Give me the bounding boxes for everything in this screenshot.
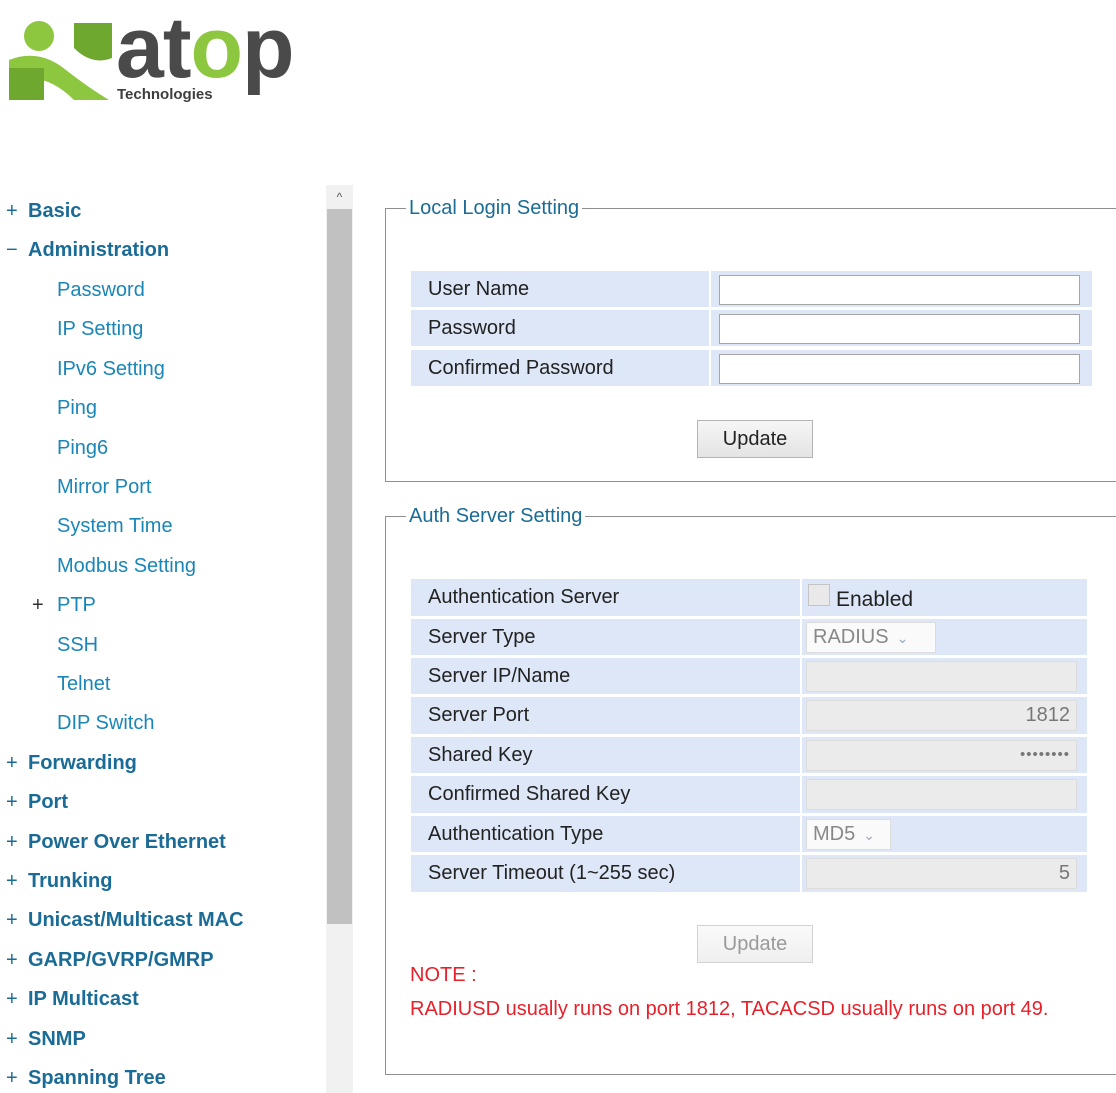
expand-icon[interactable]: + [6,1024,28,1054]
logo-wordmark: atop [116,0,295,96]
sidebar-item-ip-setting[interactable]: IP Setting [57,314,143,344]
expand-icon[interactable]: + [32,590,57,620]
auth-server-update-button[interactable]: Update [697,925,813,963]
shared-key-label: Shared Key [411,737,800,773]
expand-icon[interactable]: + [6,787,28,817]
sidebar-nav: + Basic − Administration Password IP Setti… [0,185,325,1093]
expand-icon[interactable]: + [6,945,28,975]
expand-icon[interactable]: + [6,1063,28,1093]
note-text: RADIUSD usually runs on port 1812, TACAC… [410,998,1049,1020]
sidebar-scrollbar[interactable]: ^ [326,185,353,1093]
expand-icon[interactable]: + [6,984,28,1014]
server-port-input[interactable]: 1812 [806,700,1077,731]
user-name-label: User Name [411,271,709,307]
server-ip-label: Server IP/Name [411,658,800,694]
server-type-label: Server Type [411,619,800,655]
confirmed-password-label: Confirmed Password [411,350,709,386]
sidebar-item-ping[interactable]: Ping [57,393,97,423]
logo-tagline: Technologies [117,86,213,103]
scroll-thumb[interactable] [327,209,352,924]
sidebar-item-mirror-port[interactable]: Mirror Port [57,472,151,502]
server-port-label: Server Port [411,697,800,734]
shared-key-input[interactable]: •••••••• [806,740,1077,771]
expand-icon[interactable]: + [6,748,28,778]
confirmed-shared-key-label: Confirmed Shared Key [411,776,800,813]
authentication-type-select[interactable]: MD5 ⌄ [806,819,891,850]
sidebar-item-ptp[interactable]: + PTP [32,590,96,620]
scroll-up-icon[interactable]: ^ [326,185,353,209]
sidebar-item-administration[interactable]: − Administration [6,235,169,265]
chevron-down-icon: ⌄ [896,630,909,646]
sidebar-item-power-over-ethernet[interactable]: + Power Over Ethernet [6,827,226,857]
expand-icon[interactable]: + [6,196,28,226]
sidebar-item-ip-multicast[interactable]: + IP Multicast [6,984,139,1014]
note-title: NOTE : [410,964,477,986]
sidebar-item-ssh[interactable]: SSH [57,630,98,660]
sidebar-item-ipv6-setting[interactable]: IPv6 Setting [57,354,165,384]
authentication-server-label: Authentication Server [411,579,800,616]
sidebar-item-port[interactable]: + Port [6,787,68,817]
sidebar-item-snmp[interactable]: + SNMP [6,1024,86,1054]
enabled-checkbox[interactable] [808,584,830,606]
expand-icon[interactable]: + [6,905,28,935]
server-timeout-label: Server Timeout (1~255 sec) [411,855,800,892]
password-label: Password [411,310,709,346]
local-login-legend: Local Login Setting [406,196,583,220]
confirmed-shared-key-input[interactable] [806,779,1077,810]
chevron-down-icon: ⌄ [863,827,875,843]
sidebar-item-system-time[interactable]: System Time [57,511,173,541]
atop-logo: atop Technologies [0,0,350,110]
sidebar-item-password[interactable]: Password [57,275,145,305]
sidebar-item-trunking[interactable]: + Trunking [6,866,112,896]
collapse-icon[interactable]: − [6,235,28,265]
sidebar-item-garp-gvrp-gmrp[interactable]: + GARP/GVRP/GMRP [6,945,214,975]
server-timeout-input[interactable]: 5 [806,858,1077,889]
password-input[interactable] [719,314,1080,344]
enabled-label: Enabled [836,588,914,611]
sidebar-item-forwarding[interactable]: + Forwarding [6,748,137,778]
sidebar-item-dip-switch[interactable]: DIP Switch [57,708,154,738]
expand-icon[interactable]: + [6,866,28,896]
auth-server-legend: Auth Server Setting [406,504,586,528]
authentication-type-label: Authentication Type [411,816,800,852]
sidebar-item-ping6[interactable]: Ping6 [57,433,108,463]
expand-icon[interactable]: + [6,827,28,857]
server-ip-input[interactable] [806,661,1077,692]
confirmed-password-input[interactable] [719,354,1080,384]
local-login-update-button[interactable]: Update [697,420,813,458]
sidebar-item-spanning-tree[interactable]: + Spanning Tree [6,1063,166,1093]
sidebar-item-unicast-multicast-mac[interactable]: + Unicast/Multicast MAC [6,905,244,935]
server-type-select[interactable]: RADIUS ⌄ [806,622,936,653]
user-name-input[interactable] [719,275,1080,305]
sidebar-item-telnet[interactable]: Telnet [57,669,110,699]
atop-logo-icon [9,21,112,100]
sidebar-item-modbus-setting[interactable]: Modbus Setting [57,551,196,581]
sidebar-item-basic[interactable]: + Basic [6,196,81,226]
